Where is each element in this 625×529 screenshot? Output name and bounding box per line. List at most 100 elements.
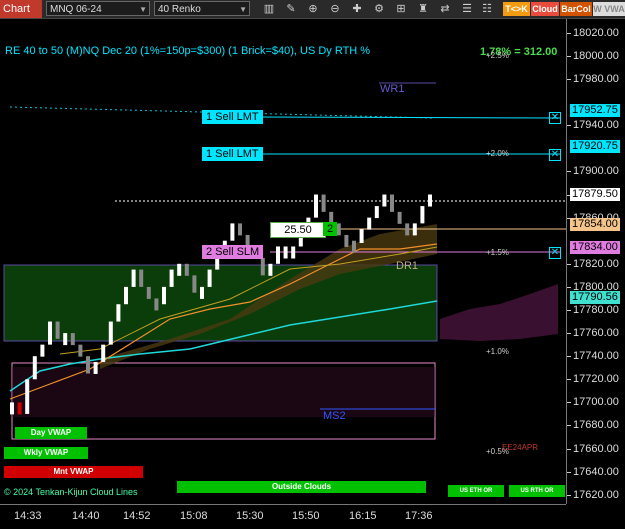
renko-up-brick [382,194,387,207]
wvwap-toggle-button[interactable]: W VWA [593,2,625,16]
y-tick-label: 17780.00 [573,304,619,316]
x-tick-label: 14:33 [14,510,42,522]
renko-down-brick [146,286,151,299]
price-chart-panel[interactable]: RE 40 to 50 (M)NQ Dec 20 (1%=150p=$300) … [0,19,566,504]
y-tick-mark [567,448,571,450]
y-tick-mark [567,32,571,34]
bar-type-value: 40 Renko [158,4,201,15]
mnt-vwap-label: Mnt VWAP [4,466,143,478]
day-vwap-label: Day VWAP [15,427,87,439]
cancel-order-2-close-icon[interactable]: ✕ [549,149,561,161]
renko-up-brick [276,246,280,264]
zoom-out-icon[interactable]: ⊖ [328,2,342,16]
renko-up-brick [124,286,128,305]
y-tick-mark [567,402,571,404]
y-tick-mark [567,333,571,335]
renko-up-brick [374,206,379,219]
instrument-selector[interactable]: MNQ 06-24 ▼ [46,1,150,16]
renko-up-brick [101,344,106,362]
renko-down-brick [321,194,326,212]
crosshair-icon[interactable]: ✚ [350,2,364,16]
renko-down-brick [390,194,394,212]
ee-annotation: EE24APR [502,443,539,452]
renko-up-brick [200,286,204,299]
y-tick-mark [567,263,571,265]
renko-down-brick [352,240,356,253]
y-tick-mark [567,379,571,381]
sell-slm-order[interactable]: 2 Sell SLM [202,245,264,259]
renko-down-brick [78,344,83,357]
x-tick-label: 15:50 [292,510,320,522]
y-tick-mark [567,171,571,173]
y-tick-label: 17620.00 [573,488,619,501]
bar-style-icon[interactable]: ▥ [262,2,276,16]
renko-up-brick [283,246,288,259]
renko-down-brick [397,211,402,224]
renko-up-brick [177,263,182,276]
price-marker-label: 17834.00 [570,240,620,254]
price-axis[interactable]: 18020.00 18000.00 17980.00 17940.00 17900.00… [566,19,625,504]
data-box-icon[interactable]: ☰ [460,2,474,16]
renko-up-brick [63,333,68,346]
sell-lmt-1-line [249,116,561,119]
cancel-order-1-close-icon[interactable]: ✕ [549,112,561,124]
y-tick-mark [567,471,571,473]
y-tick-label: 17700.00 [573,396,619,409]
order-qty-value[interactable]: 25.50 [270,222,326,238]
renko-up-brick [169,269,174,287]
y-tick-label: 18000.00 [573,49,619,62]
credits-text: © 2024 Tenkan-Kijun Cloud Lines [4,487,138,497]
chart-title: RE 40 to 50 (M)NQ Dec 20 (1%=150p=$300) … [5,45,371,57]
tk-toggle-button[interactable]: T<>K [503,2,530,16]
x-tick-label: 14:40 [72,510,100,522]
chart-trader-icon[interactable]: ⇄ [438,2,452,16]
renko-down-brick [405,223,410,236]
y-tick-mark [567,125,571,127]
alerts-icon[interactable]: ☷ [480,2,494,16]
pct-level-2-0: +2.0% [486,149,509,158]
y-tick-label: 17640.00 [573,465,619,478]
bar-type-selector[interactable]: 40 Renko ▼ [154,1,250,16]
us-eth-or-label: US ETH OR [448,485,504,497]
price-marker-label: 17952.75 [570,103,620,117]
order-qty-count[interactable]: 2 [323,222,338,236]
y-tick-label: 17720.00 [573,373,619,386]
barcol-toggle-button[interactable]: BarCol [560,2,592,16]
renko-down-brick [184,263,189,276]
green-cloud-zone [3,264,438,342]
ms2-label: MS2 [323,410,346,422]
y-tick-mark [567,286,571,288]
y-tick-mark [567,79,571,81]
renko-up-brick [116,304,121,322]
price-marker-label: 17790.56 [570,290,620,304]
draw-icon[interactable]: ✎ [284,2,298,16]
sell-lmt-1-order[interactable]: 1 Sell LMT [202,110,263,124]
indicators-icon[interactable]: ⊞ [394,2,408,16]
outside-clouds-label: Outside Clouds [177,481,426,493]
renko-down-brick [238,223,242,236]
zoom-in-icon[interactable]: ⊕ [306,2,320,16]
sell-lmt-2-order[interactable]: 1 Sell LMT [202,147,263,161]
y-tick-label: 17820.00 [573,257,619,270]
y-tick-label: 17980.00 [573,73,619,86]
renko-down-brick [260,258,265,276]
renko-up-brick [48,321,52,345]
x-tick-label: 14:52 [123,510,151,522]
renko-up-brick [10,402,14,415]
y-tick-mark [567,310,571,311]
renko-up-brick [420,206,425,224]
price-marker-label: 17879.50 [570,188,620,202]
chart-menu-button[interactable]: Chart [0,0,42,18]
price-marker-label: 17920.75 [570,140,620,154]
y-tick-label: 17740.00 [573,350,619,363]
cancel-order-3-close-icon[interactable]: ✕ [549,247,561,259]
renko-down-brick [344,234,349,247]
strategies-icon[interactable]: ♜ [416,2,430,16]
wr1-label: WR1 [380,83,405,95]
renko-up-brick [162,286,166,305]
renko-down-brick [55,321,60,339]
time-axis[interactable]: 14:33 14:40 14:52 15:08 15:30 15:50 16:15 17:36 [0,504,566,529]
cloud-toggle-button[interactable]: Cloud [531,2,559,16]
pct-level-1-5: +1.5% [486,248,509,257]
properties-icon[interactable]: ⚙ [372,2,386,16]
